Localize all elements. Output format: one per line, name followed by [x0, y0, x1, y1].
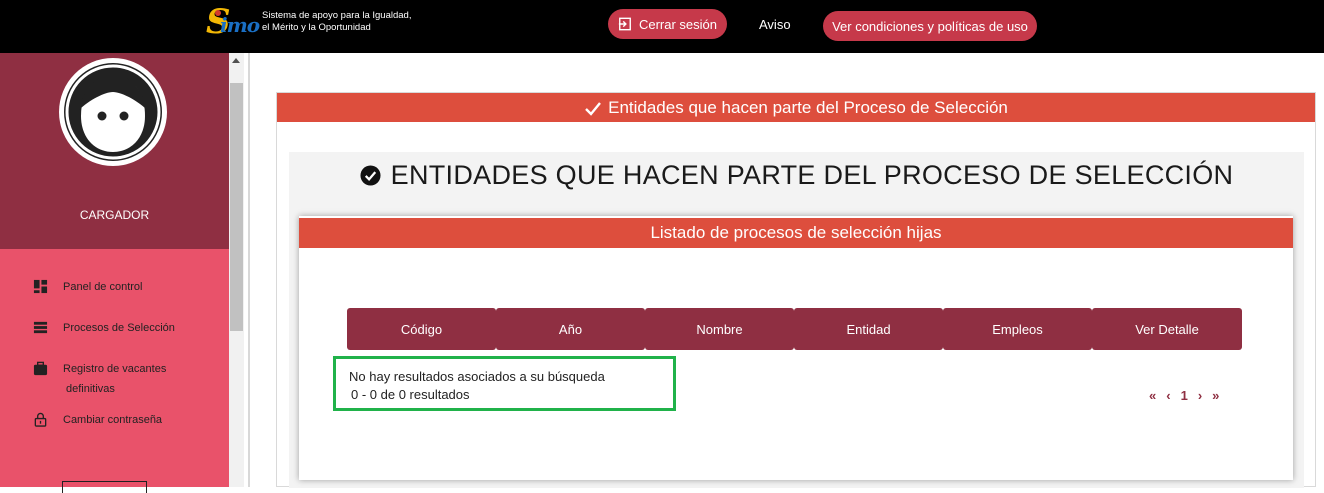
- profile-section: CARGADOR: [0, 53, 229, 249]
- terms-button[interactable]: Ver condiciones y políticas de uso: [823, 11, 1037, 41]
- entities-panel: Entidades que hacen parte del Proceso de…: [276, 92, 1316, 488]
- aviso-link[interactable]: Aviso: [759, 17, 791, 32]
- tagline-line-1: Sistema de apoyo para la Igualdad,: [262, 10, 412, 21]
- first-page-icon[interactable]: «: [1149, 388, 1156, 403]
- results-count: 0 - 0 de 0 resultados: [351, 387, 470, 402]
- logout-icon: [618, 17, 631, 31]
- check-circle-icon: [360, 165, 381, 186]
- no-results-message: No hay resultados asociados a su búsqued…: [333, 356, 676, 411]
- next-page-icon[interactable]: ›: [1198, 388, 1202, 403]
- sidebar-item-label: Cambiar contraseña: [63, 414, 163, 426]
- scrollbar-thumb[interactable]: [230, 83, 243, 331]
- sidebar-scrollbar[interactable]: [229, 53, 244, 487]
- logout-button[interactable]: Cerrar sesión: [608, 9, 727, 39]
- pagination: « ‹ 1 › »: [1149, 388, 1229, 403]
- scroll-up-arrow-icon[interactable]: [232, 58, 240, 63]
- sidebar-bottom-button[interactable]: [62, 481, 147, 493]
- sidebar: CARGADOR Panel de control Procesos de Se…: [0, 53, 229, 493]
- briefcase-icon: [33, 361, 48, 376]
- sidebar-item-label: Procesos de Selección: [63, 322, 175, 334]
- column-header-empleos[interactable]: Empleos: [943, 308, 1092, 350]
- user-avatar-icon: [64, 63, 162, 161]
- panel-header: Entidades que hacen parte del Proceso de…: [277, 93, 1315, 122]
- column-header-ano[interactable]: Año: [496, 308, 645, 350]
- current-page[interactable]: 1: [1181, 388, 1188, 403]
- card-header: Listado de procesos de selección hijas: [299, 218, 1293, 248]
- column-header-entidad[interactable]: Entidad: [794, 308, 943, 350]
- sidebar-item-panel-de-control[interactable]: Panel de control: [33, 277, 143, 297]
- dashboard-icon: [33, 279, 48, 294]
- previous-page-icon[interactable]: ‹: [1166, 388, 1170, 403]
- panel-body: ENTIDADES QUE HACEN PARTE DEL PROCESO DE…: [289, 152, 1304, 488]
- logo-tagline: Sistema de apoyo para la Igualdad, el Mé…: [262, 10, 412, 34]
- simo-logo-mark: S imo: [206, 2, 260, 42]
- sidebar-item-label: Panel de control: [63, 281, 143, 293]
- logout-label: Cerrar sesión: [638, 16, 718, 32]
- lock-icon: [34, 412, 47, 427]
- page-title-text: ENTIDADES QUE HACEN PARTE DEL PROCESO DE…: [390, 160, 1234, 190]
- sidebar-item-label: Registro de vacantes definitivas: [63, 363, 167, 395]
- column-header-nombre[interactable]: Nombre: [645, 308, 794, 350]
- content-divider: [248, 53, 250, 487]
- sidebar-item-registro-de-vacantes[interactable]: Registro de vacantes definitivas: [33, 359, 166, 399]
- simo-logo[interactable]: S imo Sistema de apoyo para la Igualdad,…: [204, 2, 412, 42]
- results-card: Listado de procesos de selección hijas C…: [299, 216, 1293, 480]
- profile-name: CARGADOR: [79, 208, 150, 222]
- page-title: ENTIDADES QUE HACEN PARTE DEL PROCESO DE…: [289, 160, 1304, 191]
- sidebar-item-procesos-de-seleccion[interactable]: Procesos de Selección: [33, 318, 175, 338]
- list-icon: [33, 321, 48, 334]
- panel-header-title: Entidades que hacen parte del Proceso de…: [608, 97, 1008, 117]
- column-header-codigo[interactable]: Código: [347, 308, 496, 350]
- column-header-ver-detalle[interactable]: Ver Detalle: [1092, 308, 1242, 350]
- no-results-text: No hay resultados asociados a su búsqued…: [349, 369, 605, 384]
- avatar[interactable]: [59, 58, 167, 166]
- tagline-line-2: el Mérito y la Oportunidad: [262, 22, 371, 33]
- last-page-icon[interactable]: »: [1212, 388, 1219, 403]
- check-icon: [585, 101, 602, 116]
- sidebar-item-cambiar-contrasena[interactable]: Cambiar contraseña: [33, 410, 162, 430]
- top-bar: S imo Sistema de apoyo para la Igualdad,…: [0, 0, 1324, 53]
